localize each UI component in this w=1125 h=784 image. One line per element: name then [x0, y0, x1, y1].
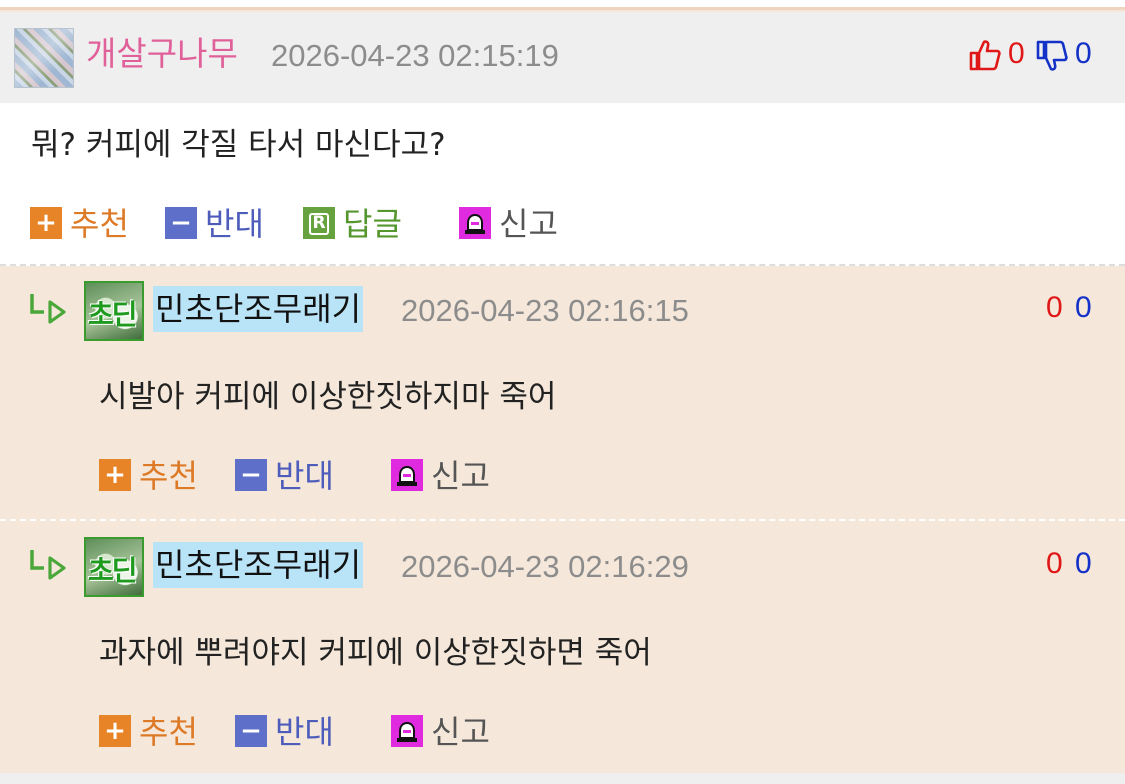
report-label: 신고 [431, 457, 490, 495]
downvote-count: 0 [1075, 547, 1092, 580]
reply-arrow-icon [30, 294, 66, 324]
report-button[interactable]: 신고 [391, 456, 490, 496]
reply-arrow-icon [30, 550, 66, 580]
reply-datetime: 2026-04-23 02:16:29 [401, 549, 689, 584]
plus-icon: + [30, 207, 62, 239]
reply-button[interactable]: R 답글 [303, 204, 402, 244]
comment-text: 뭐? 커피에 각질 타서 마신다고? [31, 127, 446, 163]
report-label: 신고 [431, 713, 490, 751]
report-button[interactable]: 신고 [459, 204, 558, 244]
recommend-label: 추천 [139, 713, 198, 751]
oppose-label: 반대 [205, 205, 264, 243]
recommend-button[interactable]: + 추천 [99, 456, 198, 496]
top-border [0, 0, 1125, 10]
siren-icon [391, 459, 423, 491]
reply-datetime: 2026-04-23 02:16:15 [401, 293, 689, 328]
plus-icon: + [99, 459, 131, 491]
downvote-count: 0 [1075, 37, 1092, 70]
oppose-label: 반대 [275, 713, 334, 751]
recommend-button[interactable]: + 추천 [30, 204, 129, 244]
reply-author[interactable]: 민초단조무래기 [153, 542, 364, 588]
comment-header: 개살구나무 2026-04-23 02:15:19 0 0 [0, 12, 1125, 103]
reply-text: 과자에 뿌려야지 커피에 이상한짓하면 죽어 [99, 635, 652, 671]
comment-datetime: 2026-04-23 02:15:19 [271, 38, 559, 73]
minus-icon: − [235, 459, 267, 491]
report-button[interactable]: 신고 [391, 712, 490, 752]
siren-icon [391, 715, 423, 747]
report-label: 신고 [499, 205, 558, 243]
thumbs-down-icon[interactable] [1035, 39, 1069, 73]
recommend-button[interactable]: + 추천 [99, 712, 198, 752]
upvote-count: 0 [1046, 291, 1063, 324]
avatar[interactable]: 초딘 [84, 537, 144, 597]
plus-icon: + [99, 715, 131, 747]
siren-icon [459, 207, 491, 239]
minus-icon: − [165, 207, 197, 239]
reply-label: 답글 [343, 205, 402, 243]
comment-body: 뭐? 커피에 각질 타서 마신다고? + 추천 − 반대 R 답글 신고 [0, 103, 1125, 266]
upvote-count: 0 [1046, 547, 1063, 580]
downvote-count: 0 [1075, 291, 1092, 324]
reply-author[interactable]: 민초단조무래기 [153, 286, 364, 332]
oppose-button[interactable]: − 반대 [235, 456, 334, 496]
reply-item: 초딘 민초단조무래기 2026-04-23 02:16:29 0 0 과자에 뿌… [0, 522, 1125, 773]
upvote-count: 0 [1008, 37, 1025, 70]
bottom-divider [0, 773, 1125, 784]
minus-icon: − [235, 715, 267, 747]
avatar[interactable]: 초딘 [84, 281, 144, 341]
comment-author[interactable]: 개살구나무 [86, 34, 238, 74]
reply-item: 초딘 민초단조무래기 2026-04-23 02:16:15 0 0 시발아 커… [0, 266, 1125, 521]
thumbs-up-icon[interactable] [968, 38, 1002, 72]
recommend-label: 추천 [70, 205, 129, 243]
recommend-label: 추천 [139, 457, 198, 495]
oppose-button[interactable]: − 반대 [165, 204, 264, 244]
r-icon: R [303, 207, 335, 239]
avatar[interactable] [14, 28, 74, 88]
oppose-button[interactable]: − 반대 [235, 712, 334, 752]
reply-text: 시발아 커피에 이상한짓하지마 죽어 [99, 379, 557, 415]
oppose-label: 반대 [275, 457, 334, 495]
